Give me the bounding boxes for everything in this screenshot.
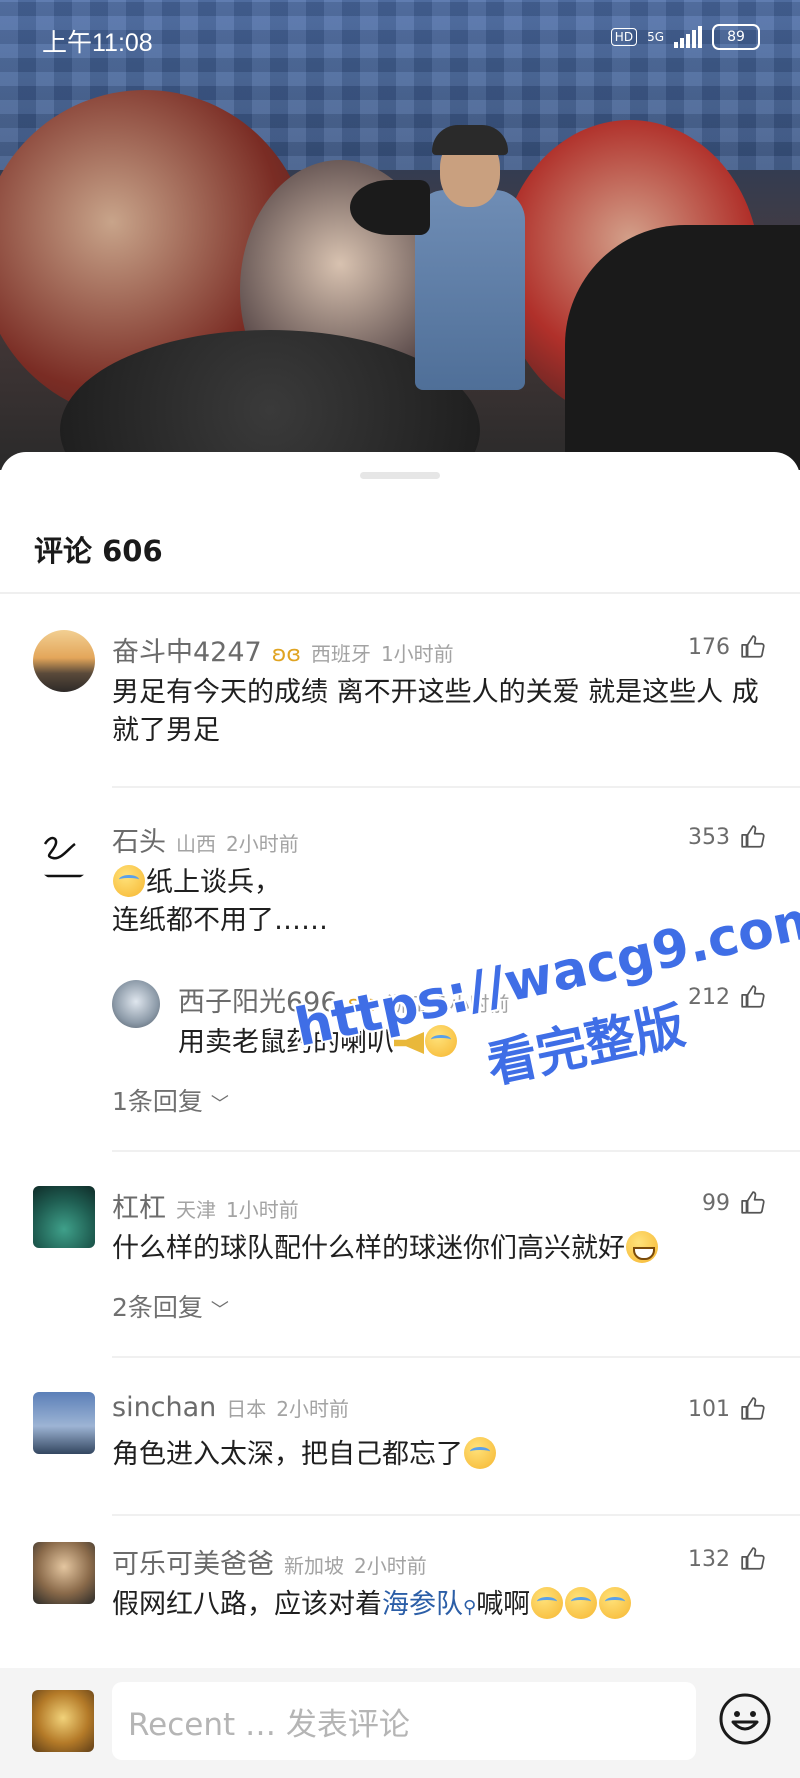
- like-count: 101: [688, 1396, 730, 1422]
- divider: [112, 1514, 800, 1516]
- avatar[interactable]: [33, 630, 95, 692]
- reply-author[interactable]: 西子阳光696: [178, 980, 338, 1019]
- search-icon: ⚲: [463, 1597, 477, 1618]
- comment-location: 天津: [176, 1198, 216, 1222]
- my-avatar[interactable]: [32, 1690, 94, 1752]
- comment-text-line: 纸上谈兵，: [146, 867, 281, 898]
- hd-badge: HD: [610, 28, 638, 46]
- comment-text-before: 假网红八路，应该对着: [112, 1589, 382, 1620]
- crying-laugh-emoji-icon: [531, 1587, 564, 1619]
- like-button[interactable]: 132: [688, 1546, 766, 1572]
- comment-location: 西班牙: [310, 642, 371, 666]
- like-button[interactable]: 176: [688, 634, 766, 660]
- video-player[interactable]: 上午11:08 HD 5G 89: [0, 0, 800, 470]
- crying-laugh-emoji-icon: [599, 1587, 632, 1619]
- flame-badge-icon: ʚɞ: [347, 992, 377, 1017]
- chevron-down-icon: ﹀: [210, 1094, 229, 1115]
- battery-icon: 89: [712, 24, 760, 50]
- megaphone: [350, 180, 430, 235]
- signature-logo: [37, 836, 91, 878]
- comment-text: 什么样的球队配什么样的球迷你们高兴就好: [112, 1230, 782, 1268]
- comments-title: 评论 606: [34, 534, 163, 568]
- reply-text: 用卖老鼠药的喇叭: [178, 1024, 778, 1062]
- like-button[interactable]: 99: [702, 1190, 766, 1216]
- comment-text: 角色进入太深，把自己都忘了: [112, 1436, 772, 1474]
- status-indicators: HD 5G 89: [610, 24, 760, 50]
- comment-author[interactable]: 可乐可美爸爸: [112, 1542, 274, 1581]
- thumbs-up-icon: [741, 1547, 765, 1570]
- comment-text: 男足有今天的成绩 离不开这些人的关爱 就是这些人 成就了男足: [112, 677, 759, 746]
- sheet-drag-handle[interactable]: [360, 472, 440, 479]
- status-time: 上午11:08: [42, 29, 153, 57]
- avatar[interactable]: [33, 1186, 95, 1248]
- crying-laugh-emoji-icon: [464, 1437, 496, 1469]
- like-button[interactable]: 101: [688, 1396, 766, 1422]
- network-label: 5G: [647, 30, 664, 44]
- thumbs-up-icon: [741, 985, 765, 1008]
- battery-level: 89: [727, 29, 745, 45]
- thumbs-up-icon: [741, 825, 765, 848]
- search-link[interactable]: 海参队: [382, 1589, 463, 1620]
- thumbs-up-icon: [741, 1191, 765, 1214]
- comment-text-content: 角色进入太深，把自己都忘了: [112, 1439, 463, 1470]
- view-replies-button[interactable]: 2条回复 ﹀: [112, 1288, 229, 1324]
- comment-location: 新加坡: [284, 1554, 344, 1578]
- like-count: 99: [702, 1190, 730, 1216]
- reply-time: 1小时前: [436, 992, 510, 1016]
- comment-time: 2小时前: [354, 1554, 427, 1578]
- comment-input-placeholder: Recent … 发表评论: [128, 1706, 410, 1743]
- flame-badge-icon: ʚɞ: [271, 642, 301, 667]
- smiley-icon[interactable]: [718, 1692, 772, 1746]
- performer: [415, 190, 525, 390]
- comment-author[interactable]: 奋斗中4247: [112, 630, 262, 669]
- like-count: 176: [688, 634, 730, 660]
- replies-label: 2条回复: [112, 1293, 203, 1322]
- comment-location: 日本: [226, 1397, 267, 1421]
- comment-text: 假网红八路，应该对着海参队⚲喊啊: [112, 1586, 782, 1627]
- like-button[interactable]: 212: [688, 984, 766, 1010]
- crying-laugh-emoji-icon: [425, 1025, 457, 1057]
- signal-icon: [674, 26, 702, 48]
- divider: [112, 786, 800, 788]
- crying-laugh-emoji-icon: [565, 1587, 598, 1619]
- comment-input[interactable]: Recent … 发表评论: [112, 1682, 696, 1760]
- comment-location: 山西: [176, 832, 216, 856]
- reply-text-content: 用卖老鼠药的喇叭: [178, 1027, 394, 1058]
- comment-text-line: 连纸都不用了……: [112, 905, 328, 936]
- divider: [0, 592, 800, 594]
- comment-time: 2小时前: [226, 832, 299, 856]
- comment-text: 纸上谈兵， 连纸都不用了……: [112, 864, 772, 940]
- comment-time: 1小时前: [380, 642, 454, 666]
- status-bar: 上午11:08 HD 5G 89: [0, 20, 800, 60]
- comment-input-bar: Recent … 发表评论: [0, 1668, 800, 1778]
- like-count: 353: [688, 824, 730, 850]
- thumbs-up-icon: [741, 1397, 765, 1420]
- view-replies-button[interactable]: 1条回复 ﹀: [112, 1082, 229, 1118]
- crying-laugh-emoji-icon: [113, 865, 145, 897]
- avatar[interactable]: [33, 820, 95, 882]
- replies-label: 1条回复: [112, 1087, 203, 1116]
- comment-author[interactable]: sinchan: [112, 1392, 216, 1423]
- chevron-down-icon: ﹀: [210, 1300, 229, 1321]
- like-count: 212: [688, 984, 730, 1010]
- avatar[interactable]: [33, 1542, 95, 1604]
- comment-time: 2小时前: [276, 1397, 350, 1421]
- divider: [112, 1356, 800, 1358]
- divider: [112, 1150, 800, 1152]
- reply-avatar[interactable]: [112, 980, 160, 1028]
- comment-time: 1小时前: [226, 1198, 299, 1222]
- performer-cap: [432, 125, 508, 155]
- comment-text-content: 什么样的球队配什么样的球迷你们高兴就好: [112, 1233, 625, 1264]
- comment-author[interactable]: 杠杠: [112, 1186, 166, 1225]
- like-count: 132: [688, 1546, 730, 1572]
- comment-author[interactable]: 石头: [112, 820, 166, 859]
- grinning-emoji-icon: [626, 1231, 658, 1263]
- avatar[interactable]: [33, 1392, 95, 1454]
- megaphone-emoji-icon: [394, 1032, 424, 1054]
- reply-location: 浙江: [386, 992, 427, 1016]
- like-button[interactable]: 353: [688, 824, 766, 850]
- foreground-person: [565, 225, 800, 470]
- thumbs-up-icon: [741, 635, 765, 658]
- comment-text-after: 喊啊: [476, 1589, 531, 1620]
